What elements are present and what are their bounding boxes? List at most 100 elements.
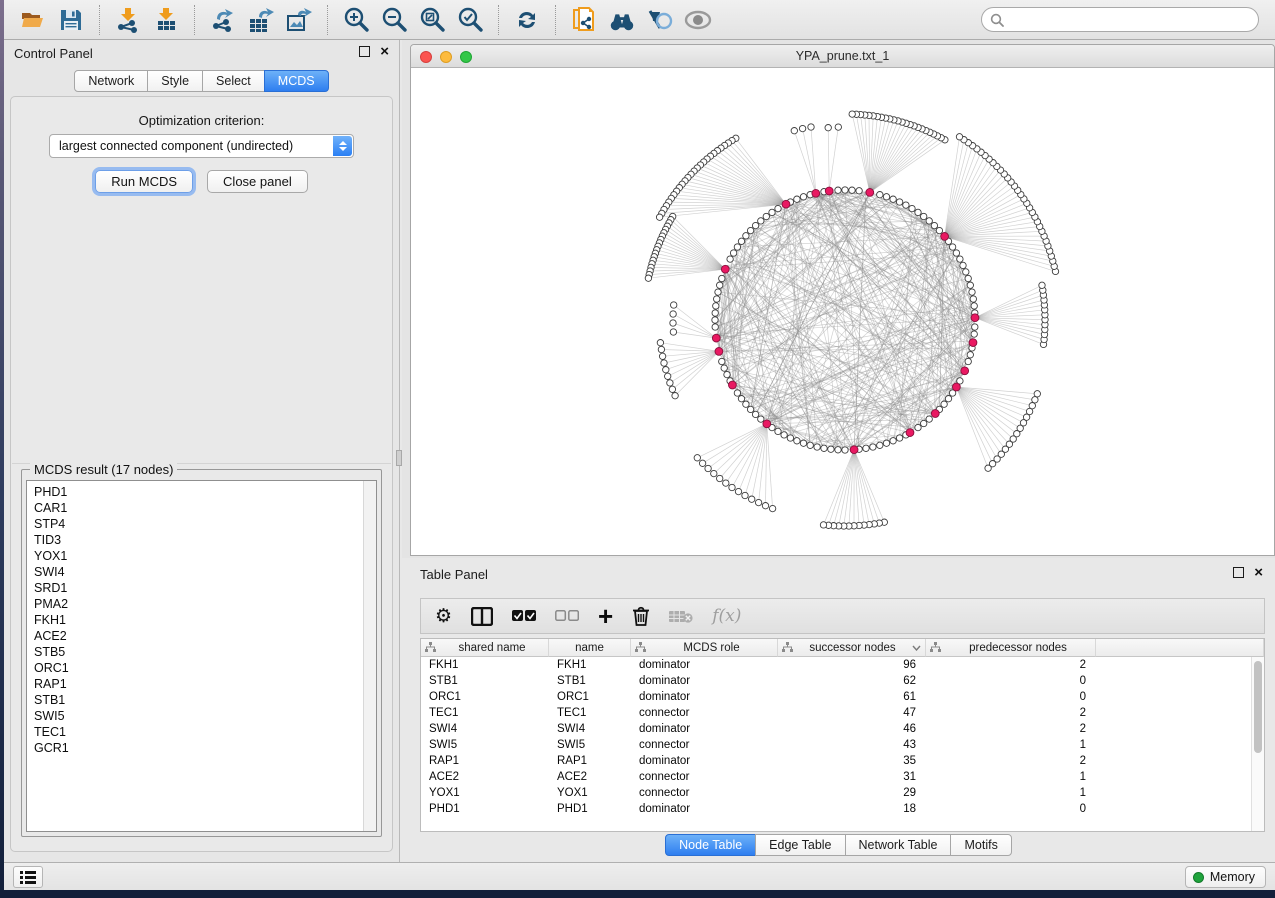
network-node[interactable] <box>769 505 775 511</box>
table-cell[interactable]: ORC1 <box>421 689 549 705</box>
binoculars-search-icon[interactable] <box>608 6 636 34</box>
network-node[interactable] <box>909 205 915 211</box>
network-node[interactable] <box>752 411 758 417</box>
network-node[interactable] <box>877 192 883 198</box>
network-node[interactable] <box>738 396 744 402</box>
network-node[interactable] <box>661 360 667 366</box>
zoom-selected-icon[interactable] <box>456 6 484 34</box>
network-node[interactable] <box>742 492 748 498</box>
network-node[interactable] <box>963 269 969 275</box>
mcds-result-list[interactable]: PHD1CAR1STP4TID3YOX1SWI4SRD1PMA2FKH1ACE2… <box>26 480 377 832</box>
network-node[interactable] <box>769 209 775 215</box>
network-node[interactable] <box>1032 397 1038 403</box>
network-node[interactable] <box>669 386 675 392</box>
table-cell[interactable]: PHD1 <box>549 801 631 817</box>
table-cell[interactable]: TEC1 <box>549 705 631 721</box>
splitter-handle[interactable] <box>396 450 402 466</box>
network-node[interactable] <box>856 188 862 194</box>
network-node[interactable] <box>794 196 800 202</box>
table-cell[interactable]: connector <box>631 737 778 753</box>
tab-style[interactable]: Style <box>147 70 203 92</box>
table-row[interactable]: YOX1YOX1connector291 <box>421 785 1264 801</box>
network-node[interactable] <box>926 218 932 224</box>
network-node[interactable] <box>775 205 781 211</box>
table-cell[interactable]: YOX1 <box>421 785 549 801</box>
float-panel-icon[interactable] <box>359 46 370 57</box>
network-node[interactable] <box>808 124 814 130</box>
network-node[interactable] <box>749 496 755 502</box>
column-header-MCDS-role[interactable]: MCDS role <box>631 639 778 657</box>
refresh-icon[interactable] <box>513 6 541 34</box>
table-cell[interactable]: 47 <box>778 705 926 721</box>
network-node[interactable] <box>896 435 902 441</box>
table-cell[interactable]: 61 <box>778 689 926 705</box>
table-cell[interactable]: 0 <box>926 689 1096 705</box>
table-row[interactable]: RAP1RAP1dominator352 <box>421 753 1264 769</box>
network-node[interactable] <box>915 424 921 430</box>
network-node[interactable] <box>921 420 927 426</box>
network-window-titlebar[interactable]: YPA_prune.txt_1 <box>411 45 1274 68</box>
close-panel-icon[interactable]: × <box>1254 567 1263 578</box>
network-node[interactable] <box>807 442 813 448</box>
network-node[interactable] <box>755 499 761 505</box>
network-node[interactable] <box>671 302 677 308</box>
table-cell[interactable]: connector <box>631 769 778 785</box>
table-cell[interactable]: 29 <box>778 785 926 801</box>
network-node[interactable] <box>699 460 705 466</box>
table-cell[interactable]: ORC1 <box>549 689 631 705</box>
column-header-shared-name[interactable]: shared name <box>421 639 549 657</box>
zoom-out-icon[interactable] <box>380 6 408 34</box>
table-row[interactable]: TEC1TEC1connector472 <box>421 705 1264 721</box>
add-column-icon[interactable]: + <box>598 604 613 628</box>
tab-network[interactable]: Network <box>74 70 148 92</box>
table-cell[interactable]: 18 <box>778 801 926 817</box>
table-cell[interactable]: dominator <box>631 689 778 705</box>
table-row[interactable]: ORC1ORC1dominator610 <box>421 689 1264 705</box>
mcds-node[interactable] <box>729 381 737 389</box>
mcds-node[interactable] <box>825 187 833 195</box>
network-node[interactable] <box>890 196 896 202</box>
network-node[interactable] <box>781 432 787 438</box>
network-node[interactable] <box>926 416 932 422</box>
network-node[interactable] <box>670 320 676 326</box>
network-node[interactable] <box>799 125 805 131</box>
float-panel-icon[interactable] <box>1233 567 1244 578</box>
network-node[interactable] <box>659 353 665 359</box>
network-node[interactable] <box>658 346 664 352</box>
search-box[interactable] <box>981 7 1259 32</box>
mcds-result-item[interactable]: SWI4 <box>34 564 69 580</box>
network-node[interactable] <box>842 447 848 453</box>
network-node[interactable] <box>883 440 889 446</box>
table-row[interactable]: STB1STB1dominator620 <box>421 673 1264 689</box>
network-node[interactable] <box>657 340 663 346</box>
show-graphics-details-icon[interactable] <box>684 6 712 34</box>
mcds-node[interactable] <box>969 339 977 347</box>
function-builder-icon[interactable]: f(x) <box>712 604 741 628</box>
delete-columns-icon[interactable] <box>632 604 650 628</box>
save-session-icon[interactable] <box>57 6 85 34</box>
network-node[interactable] <box>672 393 678 399</box>
task-history-button[interactable] <box>13 866 43 888</box>
mcds-result-item[interactable]: ACE2 <box>34 628 69 644</box>
mcds-result-item[interactable]: SWI5 <box>34 708 69 724</box>
mcds-result-item[interactable]: CAR1 <box>34 500 69 516</box>
network-node[interactable] <box>842 187 848 193</box>
mcds-result-item[interactable]: STB1 <box>34 692 69 708</box>
column-header-successor-nodes[interactable]: successor nodes <box>778 639 926 657</box>
mcds-node[interactable] <box>931 410 939 418</box>
tab-network-table[interactable]: Network Table <box>845 834 952 856</box>
table-cell[interactable]: 2 <box>926 657 1096 673</box>
network-node[interactable] <box>825 125 831 131</box>
network-node[interactable] <box>670 311 676 317</box>
network-node[interactable] <box>941 401 947 407</box>
network-node[interactable] <box>752 222 758 228</box>
mcds-node[interactable] <box>906 429 914 437</box>
network-node[interactable] <box>903 202 909 208</box>
mcds-node[interactable] <box>953 383 961 391</box>
table-cell[interactable]: 35 <box>778 753 926 769</box>
network-node[interactable] <box>705 465 711 471</box>
network-node[interactable] <box>870 444 876 450</box>
table-cell[interactable]: RAP1 <box>421 753 549 769</box>
network-node[interactable] <box>727 256 733 262</box>
table-cell[interactable]: 2 <box>926 705 1096 721</box>
